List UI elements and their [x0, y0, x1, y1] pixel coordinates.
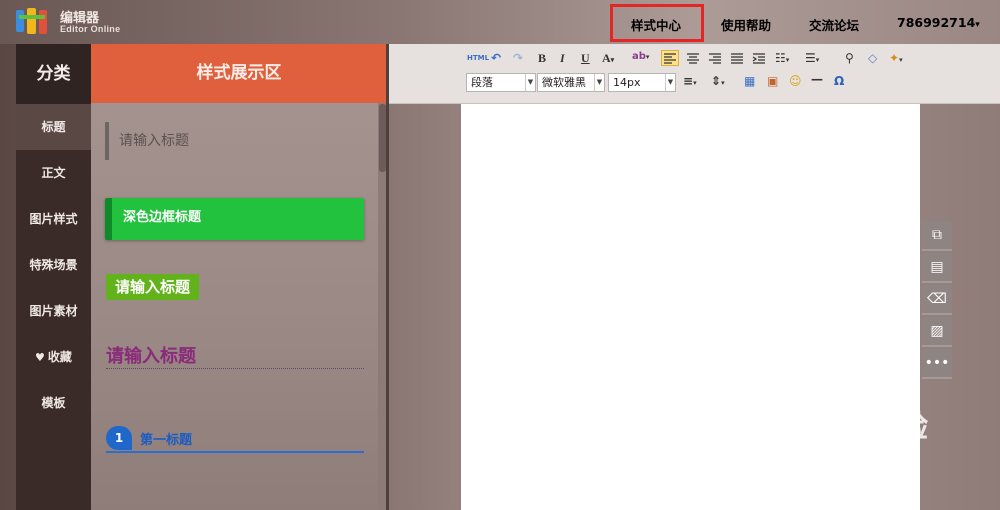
scrollbar-thumb[interactable] — [379, 104, 386, 172]
find-icon[interactable]: ⚲ — [845, 51, 854, 65]
sidebar-item-image-assets[interactable]: 图片素材 — [16, 288, 91, 334]
trash-icon[interactable]: ⌫ — [922, 285, 952, 315]
align-center-icon[interactable] — [686, 53, 700, 65]
indent-icon[interactable] — [752, 53, 766, 65]
sidebar-item-templates[interactable]: 模板 — [16, 380, 91, 426]
bullet-list-icon[interactable]: ☷▾ — [775, 51, 789, 65]
sidebar-item-favorites[interactable]: ♥ 收藏 — [16, 334, 91, 380]
nav-forum[interactable]: 交流论坛 — [809, 15, 859, 34]
italic-icon[interactable]: I — [560, 51, 565, 66]
caret-down-icon: ▾ — [975, 20, 980, 30]
html-source-button[interactable]: HTML — [467, 54, 489, 62]
editor-toolbar: HTML ↶ ↷ B I U A▾ ab▾ ☷▾ ☰▾ ⚲ ◇ ✦▾ 段落 ▼ … — [389, 44, 1000, 104]
font-size-select[interactable]: 14px ▼ — [608, 73, 676, 92]
watermark-url: jingyan.baidu.com — [764, 440, 885, 457]
font-family-select[interactable]: 微软雅黑 ▼ — [537, 73, 605, 92]
paragraph-spacing-icon[interactable]: ⇕▾ — [711, 74, 725, 88]
heart-icon: ♥ — [35, 351, 45, 364]
number-badge: 1 — [106, 426, 132, 450]
sidebar-item-title[interactable]: 标题 — [16, 104, 91, 150]
nav-help[interactable]: 使用帮助 — [721, 15, 771, 34]
font-size-value: 14px — [613, 76, 641, 89]
redo-icon[interactable]: ↷ — [513, 51, 523, 65]
chevron-down-icon: ▼ — [665, 74, 675, 91]
font-color-icon[interactable]: A▾ — [602, 51, 614, 66]
picture-icon[interactable]: ▨ — [922, 317, 952, 347]
style-panel-header: 样式展示区 — [91, 44, 387, 103]
line-height-icon[interactable]: ≡▾ — [683, 74, 697, 88]
paragraph-select[interactable]: 段落 ▼ — [466, 73, 536, 92]
category-sidebar: 分类 标题 正文 图片样式 特殊场景 图片素材 ♥ 收藏 模板 — [16, 44, 91, 510]
style-sample-numbered[interactable]: 1 第一标题 — [106, 426, 364, 453]
numbered-title-text: 第一标题 — [140, 433, 193, 448]
style-sample-purple-underline[interactable]: 请输入标题 — [106, 342, 364, 369]
baidu-watermark: Bai du 经验 jingyan.baidu.com — [760, 402, 929, 457]
copy-icon[interactable]: ⧉ — [922, 221, 952, 251]
sidebar-item-image-style[interactable]: 图片样式 — [16, 196, 91, 242]
save-icon[interactable]: ▤ — [922, 253, 952, 283]
panel-divider — [386, 44, 389, 510]
align-justify-icon[interactable] — [730, 53, 744, 65]
image-icon[interactable]: ▣ — [767, 74, 778, 88]
underline-icon[interactable]: U — [581, 51, 590, 66]
highlight-icon[interactable]: ab▾ — [632, 51, 649, 62]
sidebar-item-body[interactable]: 正文 — [16, 150, 91, 196]
format-painter-icon[interactable]: ✦▾ — [889, 51, 903, 65]
emoji-icon[interactable]: ☺ — [789, 74, 802, 88]
special-char-icon[interactable]: Ω — [834, 74, 844, 88]
horizontal-rule-icon[interactable]: — — [811, 72, 823, 86]
top-bar: 编辑器 Editor Online 样式中心 使用帮助 交流论坛 7869927… — [0, 0, 1000, 44]
table-icon[interactable]: ▦ — [744, 74, 755, 88]
style-sample-gray-bar[interactable]: 请输入标题 — [105, 122, 189, 160]
user-menu[interactable]: 786992714▾ — [897, 15, 980, 30]
align-right-icon[interactable] — [708, 53, 722, 65]
logo-subtitle: Editor Online — [60, 24, 121, 34]
font-family-value: 微软雅黑 — [542, 76, 586, 89]
paragraph-value: 段落 — [471, 76, 493, 89]
align-left-lines-icon — [664, 53, 676, 64]
eraser-icon[interactable]: ◇ — [868, 51, 877, 65]
style-sample-green-tag[interactable]: 请输入标题 — [106, 274, 200, 300]
more-icon[interactable]: ••• — [922, 349, 952, 379]
numbered-list-icon[interactable]: ☰▾ — [805, 51, 819, 65]
favorites-label: 收藏 — [47, 350, 72, 364]
chevron-down-icon: ▼ — [525, 74, 535, 91]
bold-icon[interactable]: B — [538, 51, 546, 66]
sidebar-header: 分类 — [16, 44, 91, 104]
chevron-down-icon: ▼ — [594, 74, 604, 91]
user-id: 786992714 — [897, 15, 976, 30]
undo-icon[interactable]: ↶ — [491, 51, 501, 65]
style-sample-dark-border[interactable]: 深色边框标题 — [105, 198, 364, 240]
nav-style-center[interactable]: 样式中心 — [631, 15, 681, 34]
editor-logo — [16, 8, 47, 34]
sidebar-item-special[interactable]: 特殊场景 — [16, 242, 91, 288]
style-showcase-panel: 样式展示区 请输入标题 深色边框标题 请输入标题 请输入标题 1 第一标题 — [91, 44, 387, 510]
